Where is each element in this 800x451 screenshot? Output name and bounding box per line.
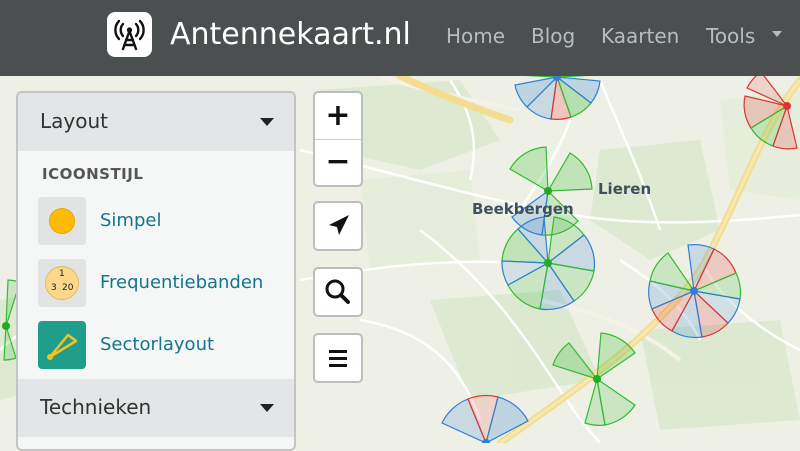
nav-link-home[interactable]: Home [446,22,505,50]
brand-title[interactable]: Antennekaart.nl [170,16,411,54]
option-label: Simpel [100,210,162,231]
option-frequentiebanden[interactable]: 1 3 20 Frequentiebanden [38,259,278,307]
navbar: Antennekaart.nl Home Blog Kaarten Tools [0,0,800,76]
option-label: Frequentiebanden [100,272,264,293]
band-label: 1 [59,269,65,279]
nav-link-tools[interactable]: Tools [706,22,755,50]
hamburger-menu-icon [329,350,347,367]
chevron-down-icon[interactable] [772,31,782,37]
frequency-bands-icon: 1 3 20 [38,259,86,307]
locate-button[interactable] [313,201,363,251]
techniques-header[interactable]: Technieken [18,379,294,437]
place-label-lieren: Lieren [598,180,652,198]
band-label: 3 [51,283,57,293]
chevron-down-icon [260,404,274,412]
search-icon [325,279,350,304]
option-sectorlayout[interactable]: Sectorlayout [38,321,278,369]
sector-layout-icon [38,321,86,369]
layout-header[interactable]: Layout [18,93,294,151]
menu-button[interactable] [313,333,363,383]
icon-style-title: ICOONSTIJL [42,165,144,183]
chevron-down-icon [260,118,274,126]
search-button[interactable] [313,267,363,317]
layout-header-label: Layout [40,109,108,133]
simple-dot-icon [38,197,86,245]
nav-link-blog[interactable]: Blog [531,22,575,50]
navigation-arrow-icon [329,215,349,235]
option-simpel[interactable]: Simpel [38,197,278,245]
band-label: 20 [62,283,74,293]
layout-panel: Layout ICOONSTIJL Simpel 1 3 20 Frequent… [16,91,296,451]
place-label-beekbergen: Beekbergen [472,200,574,218]
zoom-control: + − [313,91,363,187]
brand-logo[interactable] [107,12,152,57]
nav-link-kaarten[interactable]: Kaarten [601,22,679,50]
option-label: Sectorlayout [100,334,215,355]
zoom-in-button[interactable]: + [315,93,361,139]
antenna-icon [114,19,145,51]
techniques-header-label: Technieken [40,395,152,419]
zoom-out-button[interactable]: − [315,140,361,186]
